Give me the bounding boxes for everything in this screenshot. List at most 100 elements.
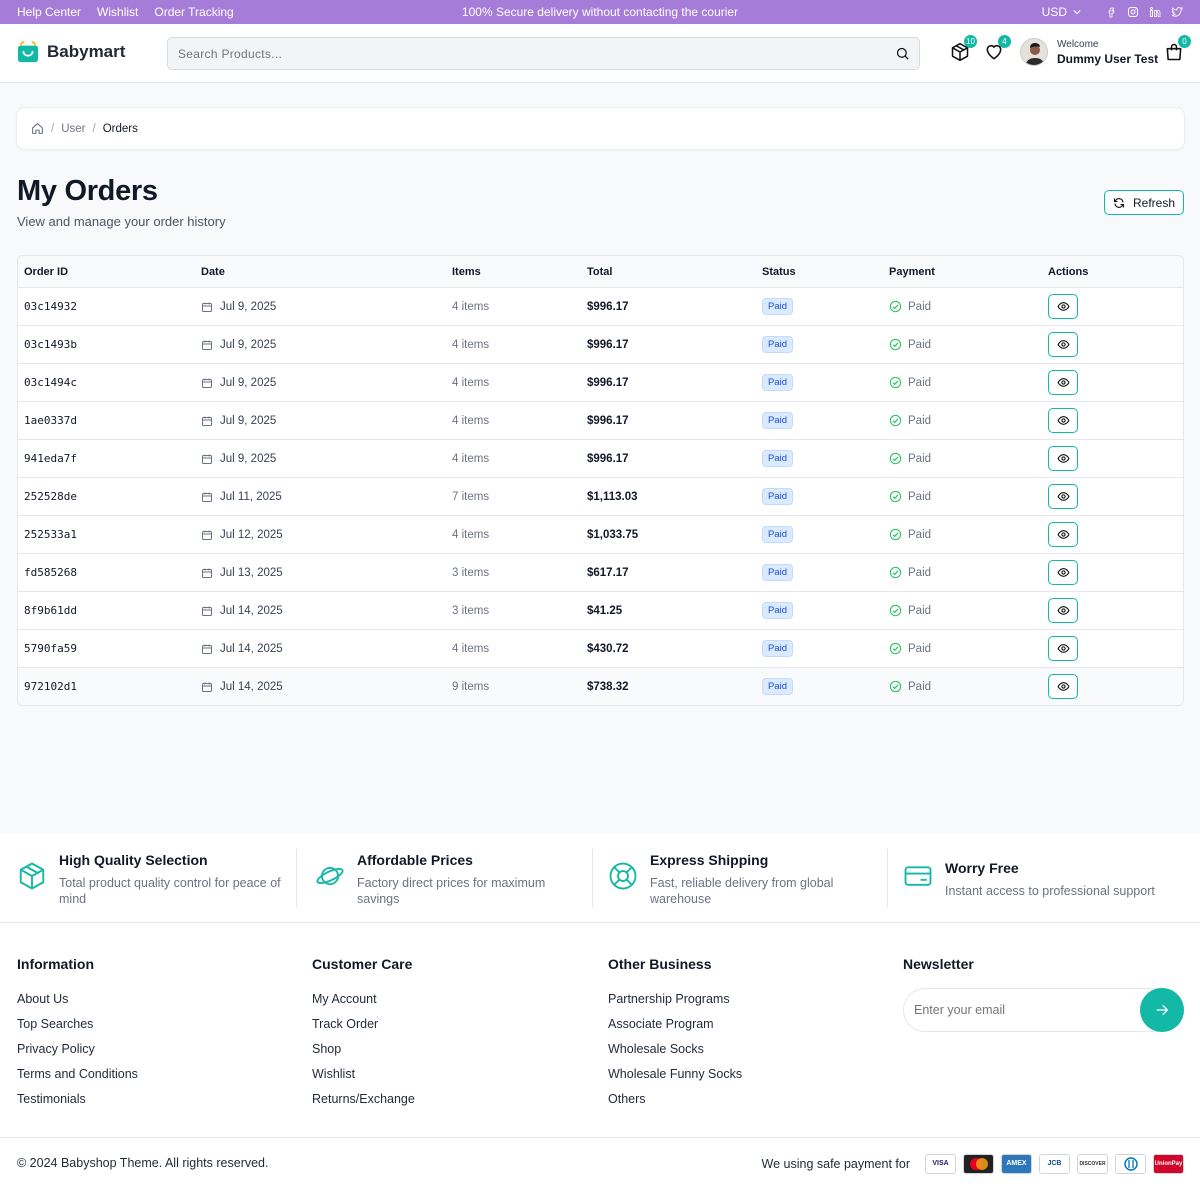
orders-button[interactable]: 10 [949,35,977,63]
order-id[interactable]: 252533a1 [24,516,77,553]
help-center-link[interactable]: Help Center [17,5,81,19]
footer-link[interactable]: Terms and Conditions [17,1066,138,1091]
cart-button[interactable]: 0 [1163,35,1191,63]
wishlist-link[interactable]: Wishlist [97,5,138,19]
home-icon[interactable] [31,122,44,135]
order-date: Jul 9, 2025 [201,402,276,439]
order-payment: Paid [889,478,931,515]
divider [887,849,888,907]
order-id[interactable]: 972102d1 [24,668,77,705]
order-total: $41.25 [587,604,623,617]
footer-link[interactable]: Track Order [312,1016,415,1041]
user-menu[interactable]: Welcome Dummy User Test [1020,38,1158,66]
check-circle-icon [889,452,902,465]
footer-link[interactable]: Others [608,1091,742,1116]
facebook-icon[interactable] [1105,6,1117,18]
avatar [1020,38,1048,66]
order-id[interactable]: 5790fa59 [24,630,77,667]
breadcrumb-separator: / [92,122,96,135]
eye-icon [1056,606,1070,615]
order-date: Jul 9, 2025 [201,326,276,363]
footer-link[interactable]: Wishlist [312,1066,415,1091]
twitter-icon[interactable] [1171,6,1183,18]
view-order-button[interactable] [1048,560,1078,585]
footer-link[interactable]: My Account [312,991,415,1016]
instagram-icon[interactable] [1127,6,1139,18]
view-order-button[interactable] [1048,598,1078,623]
wishlist-button[interactable]: 4 [983,35,1011,63]
order-total: $430.72 [587,642,629,655]
search-button[interactable] [885,46,919,61]
footer-link[interactable]: Privacy Policy [17,1041,138,1066]
order-id[interactable]: 03c1493b [24,326,77,363]
top-links: Help Center Wishlist Order Tracking [17,0,234,24]
order-total: $617.17 [587,566,629,579]
newsletter-submit-button[interactable] [1140,988,1184,1032]
currency-select[interactable]: USD [1042,5,1081,19]
order-id[interactable]: 03c14932 [24,288,77,325]
eye-icon [1056,302,1070,311]
footer-link[interactable]: Shop [312,1041,415,1066]
status-badge: Paid [762,450,794,467]
view-order-button[interactable] [1048,294,1078,319]
footer-link[interactable]: Wholesale Socks [608,1041,742,1066]
refresh-button[interactable]: Refresh [1104,190,1184,215]
payment-status-text: Paid [908,414,932,427]
order-actions [1048,288,1078,325]
page-subtitle: View and manage your order history [17,214,226,229]
brand-logo[interactable]: Babymart [17,41,125,63]
newsletter-email-input[interactable] [914,989,1134,1031]
payment-card-icon: AMEX [1001,1153,1032,1174]
check-circle-icon [889,300,902,313]
order-id[interactable]: 8f9b61dd [24,592,77,629]
order-id[interactable]: 1ae0337d [24,402,77,439]
table-row: 8f9b61dd Jul 14, 2025 3 items $41.25 Paid Pai… [18,591,1183,629]
view-order-button[interactable] [1048,370,1078,395]
order-payment: Paid [889,592,931,629]
order-payment: Paid [889,288,931,325]
box-icon [19,862,45,890]
view-order-button[interactable] [1048,484,1078,509]
view-order-button[interactable] [1048,446,1078,471]
footer-link[interactable]: About Us [17,991,138,1016]
search-input[interactable] [168,38,885,69]
table-row: 03c1494c Jul 9, 2025 4 items $996.17 Paid Pai… [18,363,1183,401]
footer-link[interactable]: Returns/Exchange [312,1091,415,1116]
view-order-button[interactable] [1048,408,1078,433]
payment-card-icon: UnionPay [1153,1153,1184,1174]
footer-link[interactable]: Partnership Programs [608,991,742,1016]
payment-text: We using safe payment for [761,1156,910,1171]
order-items: 4 items [452,642,490,655]
check-circle-icon [889,490,902,503]
refresh-icon [1113,197,1125,208]
shopping-bag-logo-icon [17,41,39,63]
view-order-button[interactable] [1048,332,1078,357]
lifebuoy-icon [609,862,637,890]
footer-heading: Information [17,956,94,972]
footer-link[interactable]: Associate Program [608,1016,742,1041]
footer-column-information: Information About Us Top Searches Privac… [17,956,138,1116]
view-order-button[interactable] [1048,636,1078,661]
order-id[interactable]: fd585268 [24,554,77,591]
view-order-button[interactable] [1048,674,1078,699]
breadcrumb: / User / Orders [17,108,1184,149]
order-total: $1,033.75 [587,528,639,541]
order-id[interactable]: 941eda7f [24,440,77,477]
footer-link[interactable]: Wholesale Funny Socks [608,1066,742,1091]
features-strip: High Quality Selection Total product qua… [0,833,1200,923]
order-items: 7 items [452,490,490,503]
linkedin-icon[interactable] [1149,6,1161,18]
order-tracking-link[interactable]: Order Tracking [154,5,233,19]
footer-link[interactable]: Top Searches [17,1016,138,1041]
payment-methods: We using safe payment for VISA AMEX JCB DIS… [762,1138,1184,1188]
order-id[interactable]: 03c1494c [24,364,77,401]
order-date-text: Jul 9, 2025 [220,452,277,465]
order-payment: Paid [889,440,931,477]
order-id[interactable]: 252528de [24,478,77,515]
credit-card-icon [904,866,932,886]
breadcrumb-user[interactable]: User [61,123,85,135]
footer-link[interactable]: Testimonials [17,1091,138,1116]
order-status: Paid [762,288,794,325]
view-order-button[interactable] [1048,522,1078,547]
feature-title: High Quality Selection [59,852,208,868]
